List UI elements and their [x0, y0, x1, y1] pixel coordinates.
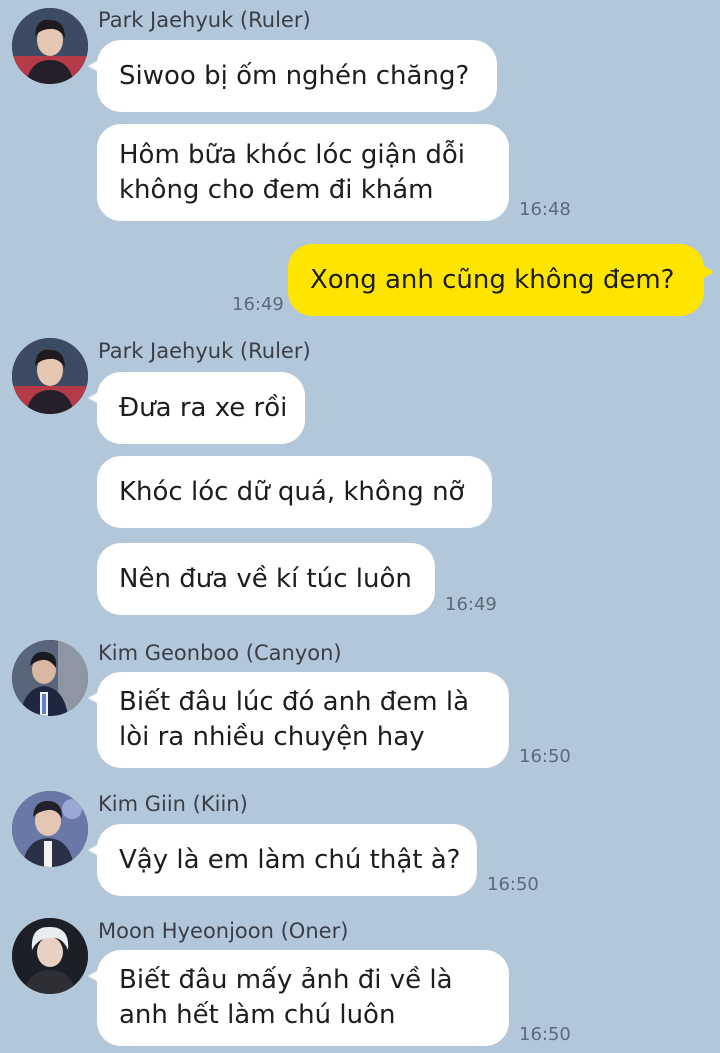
timestamp: 16:50 — [487, 874, 539, 895]
avatar-canyon[interactable] — [12, 640, 88, 716]
message-text: Khóc lóc dữ quá, không nỡ — [119, 476, 465, 507]
message-text: anh hết làm chú luôn — [119, 1000, 396, 1030]
sender-name: Kim Giin (Kiin) — [98, 792, 248, 816]
chat-area[interactable]: Park Jaehyuk (Ruler) Siwoo bị ốm nghén c… — [0, 0, 720, 1053]
message-bubble[interactable]: Siwoo bị ốm nghén chăng? — [88, 40, 497, 112]
sender-name: Moon Hyeonjoon (Oner) — [98, 919, 349, 943]
sender-name: Park Jaehyuk (Ruler) — [98, 339, 311, 363]
message-text: Siwoo bị ốm nghén chăng? — [119, 60, 470, 91]
message-text: Biết đâu mấy ảnh đi về là — [119, 965, 453, 995]
timestamp: 16:49 — [232, 294, 284, 315]
message-text: Vậy là em làm chú thật à? — [119, 844, 461, 875]
sender-name: Park Jaehyuk (Ruler) — [98, 8, 311, 32]
message-text: không cho đem đi khám — [119, 174, 434, 205]
message-bubble[interactable]: Hôm bữa khóc lóc giận dỗi không cho đem … — [97, 124, 509, 221]
message-bubble[interactable]: Vậy là em làm chú thật à? — [88, 824, 477, 896]
avatar-ruler[interactable] — [12, 8, 88, 84]
my-message-bubble[interactable]: Xong anh cũng không đem? — [288, 244, 714, 316]
message-bubble[interactable]: Khóc lóc dữ quá, không nỡ — [97, 456, 492, 528]
message-text: Đưa ra xe rồi — [119, 392, 288, 423]
avatar-oner[interactable] — [12, 918, 88, 994]
timestamp: 16:50 — [519, 1024, 571, 1045]
timestamp: 16:48 — [519, 199, 571, 220]
avatar-kiin[interactable] — [12, 791, 88, 867]
message-text: lòi ra nhiều chuyện hay — [119, 722, 425, 752]
message-text: Nên đưa về kí túc luôn — [119, 563, 412, 594]
timestamp: 16:49 — [445, 594, 497, 615]
message-text: Biết đâu lúc đó anh đem là — [119, 687, 470, 717]
sender-name: Kim Geonboo (Canyon) — [98, 641, 342, 665]
avatar-ruler[interactable] — [12, 338, 88, 414]
timestamp: 16:50 — [519, 746, 571, 767]
message-text: Xong anh cũng không đem? — [310, 264, 675, 295]
message-bubble[interactable]: Đưa ra xe rồi — [88, 372, 305, 444]
message-bubble[interactable]: Biết đâu mấy ảnh đi về là anh hết làm ch… — [88, 950, 509, 1046]
message-bubble[interactable]: Biết đâu lúc đó anh đem là lòi ra nhiều … — [88, 672, 509, 768]
message-bubble[interactable]: Nên đưa về kí túc luôn — [97, 543, 435, 615]
message-text: Hôm bữa khóc lóc giận dỗi — [119, 139, 465, 170]
